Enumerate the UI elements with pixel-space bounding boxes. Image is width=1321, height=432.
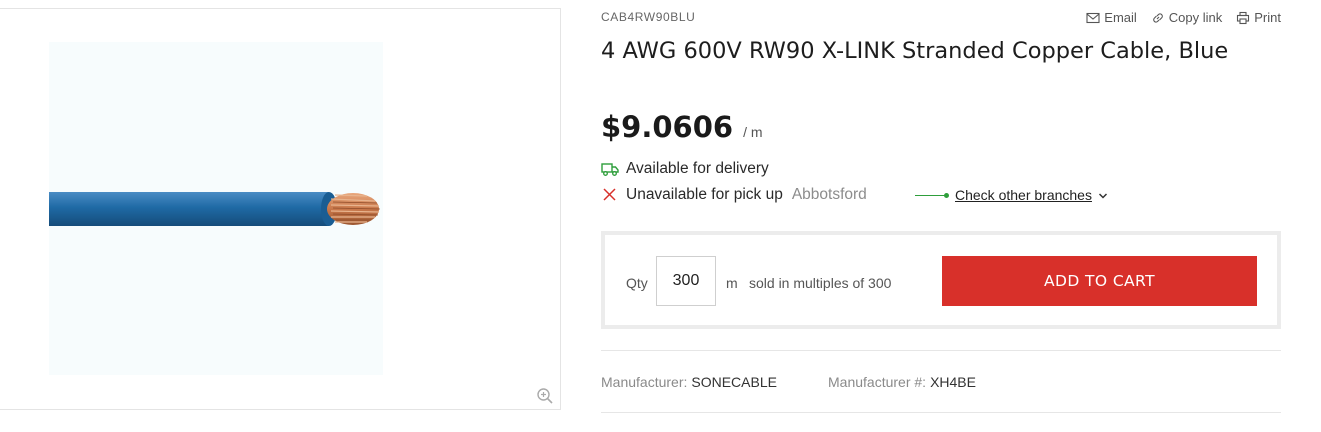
divider	[601, 350, 1281, 351]
share-actions: Email Copy link Print	[1086, 10, 1281, 25]
branch-name: Abbotsford	[791, 186, 867, 203]
manufacturer-number-spec: Manufacturer #: XH4BE	[828, 374, 976, 390]
print-action[interactable]: Print	[1236, 10, 1281, 25]
print-label: Print	[1254, 10, 1281, 25]
chevron-down-icon	[1098, 193, 1107, 199]
product-sku: CAB4RW90BLU	[601, 10, 696, 24]
divider	[601, 412, 1281, 413]
email-label: Email	[1104, 10, 1137, 25]
add-to-cart-button[interactable]: ADD TO CART	[942, 256, 1257, 306]
manufacturer-spec: Manufacturer: SONECABLE	[601, 374, 777, 390]
close-icon	[603, 188, 616, 201]
product-title: 4 AWG 600V RW90 X-LINK Stranded Copper C…	[601, 38, 1229, 64]
print-icon	[1237, 11, 1250, 24]
qty-label: Qty	[626, 275, 648, 291]
cable-illustration	[49, 192, 381, 226]
product-price: $9.0606	[601, 110, 734, 144]
price-row: $9.0606 / m	[601, 110, 763, 144]
manufacturer-label: Manufacturer:	[601, 374, 688, 390]
product-image-gallery	[0, 8, 561, 410]
copy-link-action[interactable]: Copy link	[1151, 10, 1222, 25]
email-action[interactable]: Email	[1086, 10, 1137, 25]
manufacturer-value: SONECABLE	[691, 374, 777, 390]
manufacturer-number-value: XH4BE	[930, 374, 976, 390]
link-icon	[1152, 12, 1163, 23]
manufacturer-number-label: Manufacturer #:	[828, 374, 927, 390]
delivery-availability: Available for delivery	[601, 160, 769, 178]
copy-link-label: Copy link	[1168, 10, 1223, 25]
price-unit: / m	[743, 124, 763, 140]
email-icon	[1086, 12, 1100, 23]
status-line	[915, 192, 949, 198]
pickup-availability: Unavailable for pick up Abbotsford	[601, 186, 867, 204]
pickup-text: Unavailable for pick up	[626, 186, 783, 203]
product-image[interactable]	[49, 42, 383, 375]
delivery-truck-icon	[601, 163, 619, 176]
multiples-note: sold in multiples of 300	[749, 275, 892, 291]
check-branches-toggle[interactable]: Check other branches	[915, 187, 1108, 203]
delivery-text: Available for delivery	[626, 160, 769, 177]
add-to-cart-panel: Qty m sold in multiples of 300 ADD TO CA…	[601, 231, 1281, 329]
qty-unit: m	[726, 275, 738, 291]
check-branches-link[interactable]: Check other branches	[955, 187, 1092, 203]
zoom-icon[interactable]	[536, 387, 554, 405]
qty-input[interactable]	[656, 256, 716, 306]
